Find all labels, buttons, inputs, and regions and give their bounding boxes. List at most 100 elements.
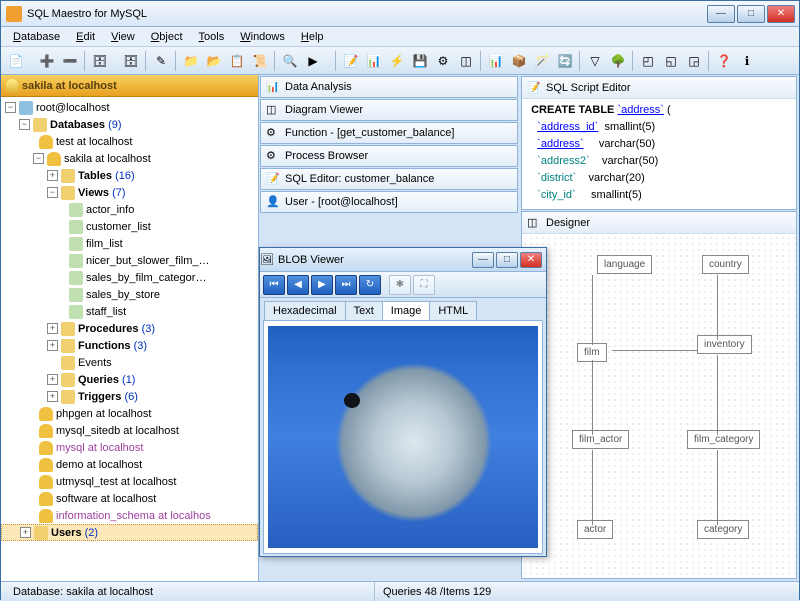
tool-help[interactable]: ❓ <box>713 50 735 72</box>
tool-add[interactable]: ➕ <box>36 50 58 72</box>
panel-diagram-viewer[interactable]: ◫Diagram Viewer <box>260 99 518 121</box>
tree-tables[interactable]: Tables <box>78 170 112 182</box>
blob-last[interactable]: ⏭ <box>335 275 357 295</box>
tool-bar[interactable]: 📊 <box>485 50 507 72</box>
tree-view-item[interactable]: sales_by_store <box>86 289 160 301</box>
tool-remove[interactable]: ➖ <box>59 50 81 72</box>
blob-maximize[interactable]: □ <box>496 252 518 268</box>
tab-hex[interactable]: Hexadecimal <box>264 301 346 320</box>
menu-database[interactable]: Database <box>7 29 66 45</box>
tool-win1[interactable]: ◰ <box>637 50 659 72</box>
tree-users[interactable]: Users <box>51 527 82 539</box>
menu-view[interactable]: View <box>105 29 141 45</box>
minimize-button[interactable]: — <box>707 5 735 23</box>
window-title: SQL Maestro for MySQL <box>27 8 707 20</box>
tab-html[interactable]: HTML <box>429 301 477 320</box>
tree-view-item[interactable]: nicer_but_slower_film_… <box>86 255 210 267</box>
tab-text[interactable]: Text <box>345 301 383 320</box>
menu-windows[interactable]: Windows <box>234 29 291 45</box>
tree-db-item[interactable]: information_schema at localhos <box>56 510 211 522</box>
dbox-actor[interactable]: actor <box>577 520 613 539</box>
menu-object[interactable]: Object <box>145 29 189 45</box>
dbox-language[interactable]: language <box>597 255 652 274</box>
tool-refresh[interactable]: 🔄 <box>554 50 576 72</box>
panel-data-analysis[interactable]: 📊Data Analysis <box>260 76 518 98</box>
tool-export[interactable]: 💾 <box>409 50 431 72</box>
tree-databases[interactable]: Databases <box>50 119 105 131</box>
tree-view-item[interactable]: sales_by_film_categor… <box>86 272 206 284</box>
blob-prev[interactable]: ◀ <box>287 275 309 295</box>
tool-run[interactable]: ⚡ <box>386 50 408 72</box>
tool-win2[interactable]: ◱ <box>660 50 682 72</box>
panel-user[interactable]: 👤User - [root@localhost] <box>260 191 518 213</box>
tab-image[interactable]: Image <box>382 301 431 320</box>
tree-view-item[interactable]: film_list <box>86 238 123 250</box>
tree-db-test[interactable]: test at localhost <box>56 136 132 148</box>
tool-script[interactable]: 📜 <box>249 50 271 72</box>
blob-zoom[interactable]: ✱ <box>389 275 411 295</box>
tree-views[interactable]: Views <box>78 187 109 199</box>
blob-fit[interactable]: ⛶ <box>413 275 435 295</box>
tree-view-item[interactable]: actor_info <box>86 204 134 216</box>
tool-copy[interactable]: 📋 <box>226 50 248 72</box>
tree-db-item[interactable]: phpgen at localhost <box>56 408 151 420</box>
tool-proc[interactable]: ⚙ <box>432 50 454 72</box>
tool-filter[interactable]: ▽ <box>584 50 606 72</box>
tool-tree[interactable]: 🌳 <box>607 50 629 72</box>
blob-next[interactable]: ▶ <box>311 275 333 295</box>
tool-edit[interactable]: ✎ <box>150 50 172 72</box>
tree-db-sakila[interactable]: sakila at localhost <box>64 153 151 165</box>
tool-diagram[interactable]: ◫ <box>455 50 477 72</box>
dbox-category[interactable]: category <box>697 520 749 539</box>
sql-editor-header[interactable]: 📝SQL Script Editor <box>522 77 796 99</box>
close-button[interactable]: ✕ <box>767 5 795 23</box>
blob-viewer-window[interactable]: 🖼 BLOB Viewer — □ ✕ ⏮ ◀ ▶ ⏭ ↻ ✱ ⛶ Hexade… <box>259 247 547 557</box>
dbox-inventory[interactable]: inventory <box>697 335 752 354</box>
blob-minimize[interactable]: — <box>472 252 494 268</box>
tree-db-item[interactable]: mysql_sitedb at localhost <box>56 425 179 437</box>
dbox-country[interactable]: country <box>702 255 749 274</box>
blob-close[interactable]: ✕ <box>520 252 542 268</box>
app-icon <box>6 6 22 22</box>
designer-header[interactable]: ◫Designer <box>522 212 796 234</box>
tree-view-item[interactable]: customer_list <box>86 221 151 233</box>
blob-refresh[interactable]: ↻ <box>359 275 381 295</box>
sql-code[interactable]: CREATE TABLE `address` ( `address_id` sm… <box>522 99 796 209</box>
tool-chart[interactable]: 📊 <box>363 50 385 72</box>
panel-sql-editor[interactable]: 📝SQL Editor: customer_balance <box>260 168 518 190</box>
tree-functions[interactable]: Functions <box>78 340 131 352</box>
blob-first[interactable]: ⏮ <box>263 275 285 295</box>
dbox-film-actor[interactable]: film_actor <box>572 430 629 449</box>
panel-function[interactable]: ⚙Function - [get_customer_balance] <box>260 122 518 144</box>
designer-canvas[interactable]: language country film inventory film_act… <box>522 235 796 578</box>
tool-find[interactable]: 🔍 <box>279 50 301 72</box>
tree-root[interactable]: root@localhost <box>36 102 110 114</box>
tool-cube[interactable]: 📦 <box>508 50 530 72</box>
menu-tools[interactable]: Tools <box>193 29 231 45</box>
tree-db-item[interactable]: demo at localhost <box>56 459 142 471</box>
tool-folder[interactable]: 📁 <box>180 50 202 72</box>
tool-sql[interactable]: 📝 <box>340 50 362 72</box>
tool-new[interactable]: 📄 <box>5 50 27 72</box>
tree-triggers[interactable]: Triggers <box>78 391 121 403</box>
tree-db-item[interactable]: software at localhost <box>56 493 156 505</box>
tool-exec[interactable]: ▶ <box>302 50 324 72</box>
dbox-film-category[interactable]: film_category <box>687 430 760 449</box>
tree-db-item[interactable]: utmysql_test at localhost <box>56 476 176 488</box>
tool-about[interactable]: ℹ <box>736 50 758 72</box>
tree-queries[interactable]: Queries <box>78 374 119 386</box>
tool-open[interactable]: 📂 <box>203 50 225 72</box>
tool-db2[interactable]: 🗄 <box>120 50 142 72</box>
tool-wizard[interactable]: 🪄 <box>531 50 553 72</box>
object-tree[interactable]: −root@localhost −Databases (9) test at l… <box>1 97 258 581</box>
tool-db[interactable]: 🗄 <box>89 50 111 72</box>
maximize-button[interactable]: □ <box>737 5 765 23</box>
menu-edit[interactable]: Edit <box>70 29 101 45</box>
tree-view-item[interactable]: staff_list <box>86 306 126 318</box>
tree-events[interactable]: Events <box>78 357 112 369</box>
tree-db-item[interactable]: mysql at localhost <box>56 442 143 454</box>
menu-help[interactable]: Help <box>295 29 330 45</box>
panel-process-browser[interactable]: ⚙Process Browser <box>260 145 518 167</box>
tool-win3[interactable]: ◲ <box>683 50 705 72</box>
tree-procedures[interactable]: Procedures <box>78 323 139 335</box>
